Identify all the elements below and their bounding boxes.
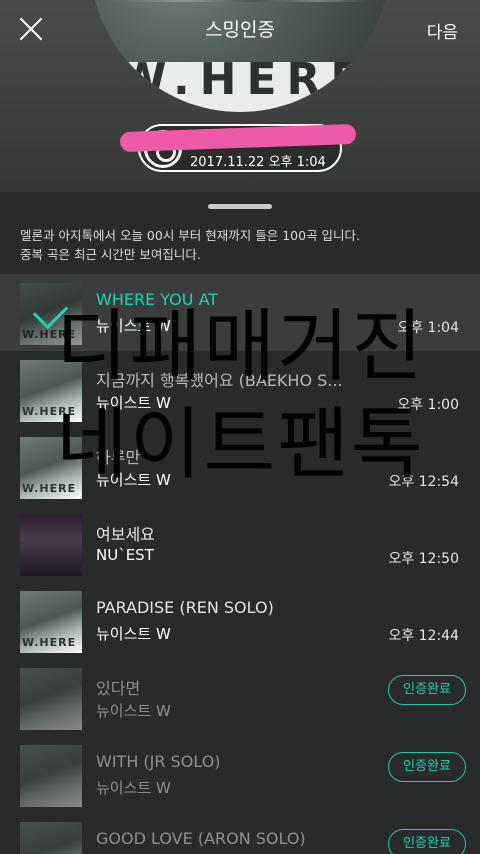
song-artist: 뉴이스트 W [96, 625, 171, 643]
album-thumbnail [20, 822, 82, 854]
notice-line-2: 중복 곡은 최근 시간만 보여집니다. [20, 247, 201, 262]
check-icon [20, 283, 82, 345]
album-text: W.HERE [118, 54, 371, 105]
header: W.HERE 스밍인증 다음 2017.11.22 오후 1:04 [0, 0, 480, 192]
song-time: 오후 1:04 [397, 320, 459, 336]
verified-badge[interactable]: 인증완료 [388, 752, 466, 782]
song-list: W.HERE WHERE YOU AT 뉴이스트 W 오후 1:04 W.HER… [0, 274, 480, 854]
song-artist: 뉴이스트 W [96, 394, 171, 412]
album-thumbnail: W.HERE [20, 437, 82, 499]
song-title: WHERE YOU AT [96, 290, 219, 309]
song-time: 오후 12:54 [388, 474, 459, 490]
list-item[interactable]: GOOD LOVE (ARON SOLO) 인증완료 [0, 813, 480, 854]
album-photo [110, 0, 370, 2]
album-thumbnail [20, 745, 82, 807]
song-title: 하루만 [96, 448, 141, 467]
song-artist: 뉴이스트 W [96, 702, 171, 720]
album-thumbnail: W.HERE [20, 360, 82, 422]
list-item[interactable]: W.HERE 하루만 뉴이스트 W 오후 12:54 [0, 428, 480, 505]
verified-badge[interactable]: 인증완료 [388, 829, 466, 854]
song-time: 오후 1:00 [397, 397, 459, 413]
badge-date: 2017.11.22 오후 1:04 [190, 155, 326, 170]
list-item[interactable]: WITH (JR SOLO) 뉴이스트 W 인증완료 [0, 736, 480, 813]
thumbnail-text: W.HERE [22, 636, 77, 649]
drag-handle[interactable] [208, 204, 272, 209]
thumbnail-text: W.HERE [22, 482, 77, 495]
list-item[interactable]: 있다면 뉴이스트 W 인증완료 [0, 659, 480, 736]
next-button[interactable]: 다음 [427, 18, 458, 43]
verified-badge[interactable]: 인증완료 [388, 675, 466, 705]
song-artist: 뉴이스트 W [96, 317, 171, 335]
thumbnail-text: W.HERE [22, 405, 77, 418]
song-artist: NU`EST [96, 546, 154, 564]
page-title: 스밍인증 [205, 19, 275, 41]
album-thumbnail: W.HERE [20, 283, 82, 345]
notice-text: 멜론과 아지톡에서 오늘 00시 부터 현재까지 들은 100곡 입니다. 중복… [20, 226, 460, 264]
song-artist: 뉴이스트 W [96, 779, 171, 797]
album-thumbnail: W.HERE [20, 591, 82, 653]
song-title: WITH (JR SOLO) [96, 752, 221, 771]
song-title: GOOD LOVE (ARON SOLO) [96, 829, 306, 848]
list-item[interactable]: W.HERE WHERE YOU AT 뉴이스트 W 오후 1:04 [0, 274, 480, 351]
list-item[interactable]: W.HERE PARADISE (REN SOLO) 뉴이스트 W 오후 12:… [0, 582, 480, 659]
album-thumbnail [20, 668, 82, 730]
song-title: 여보세요 [96, 525, 155, 544]
song-artist: 뉴이스트 W [96, 471, 171, 489]
song-title: 있다면 [96, 679, 141, 698]
notice-line-1: 멜론과 아지톡에서 오늘 00시 부터 현재까지 들은 100곡 입니다. [20, 228, 361, 243]
song-time: 오후 12:44 [388, 628, 459, 644]
song-title: 지금까지 행복했어요 (BAEKHO S... [96, 371, 343, 390]
song-time: 오후 12:50 [388, 551, 459, 567]
song-sheet: 멜론과 아지톡에서 오늘 00시 부터 현재까지 들은 100곡 입니다. 중복… [0, 192, 480, 854]
album-thumbnail [20, 514, 82, 576]
list-item[interactable]: 여보세요 NU`EST 오후 12:50 [0, 505, 480, 582]
list-item[interactable]: W.HERE 지금까지 행복했어요 (BAEKHO S... 뉴이스트 W 오후… [0, 351, 480, 428]
song-title: PARADISE (REN SOLO) [96, 598, 274, 617]
